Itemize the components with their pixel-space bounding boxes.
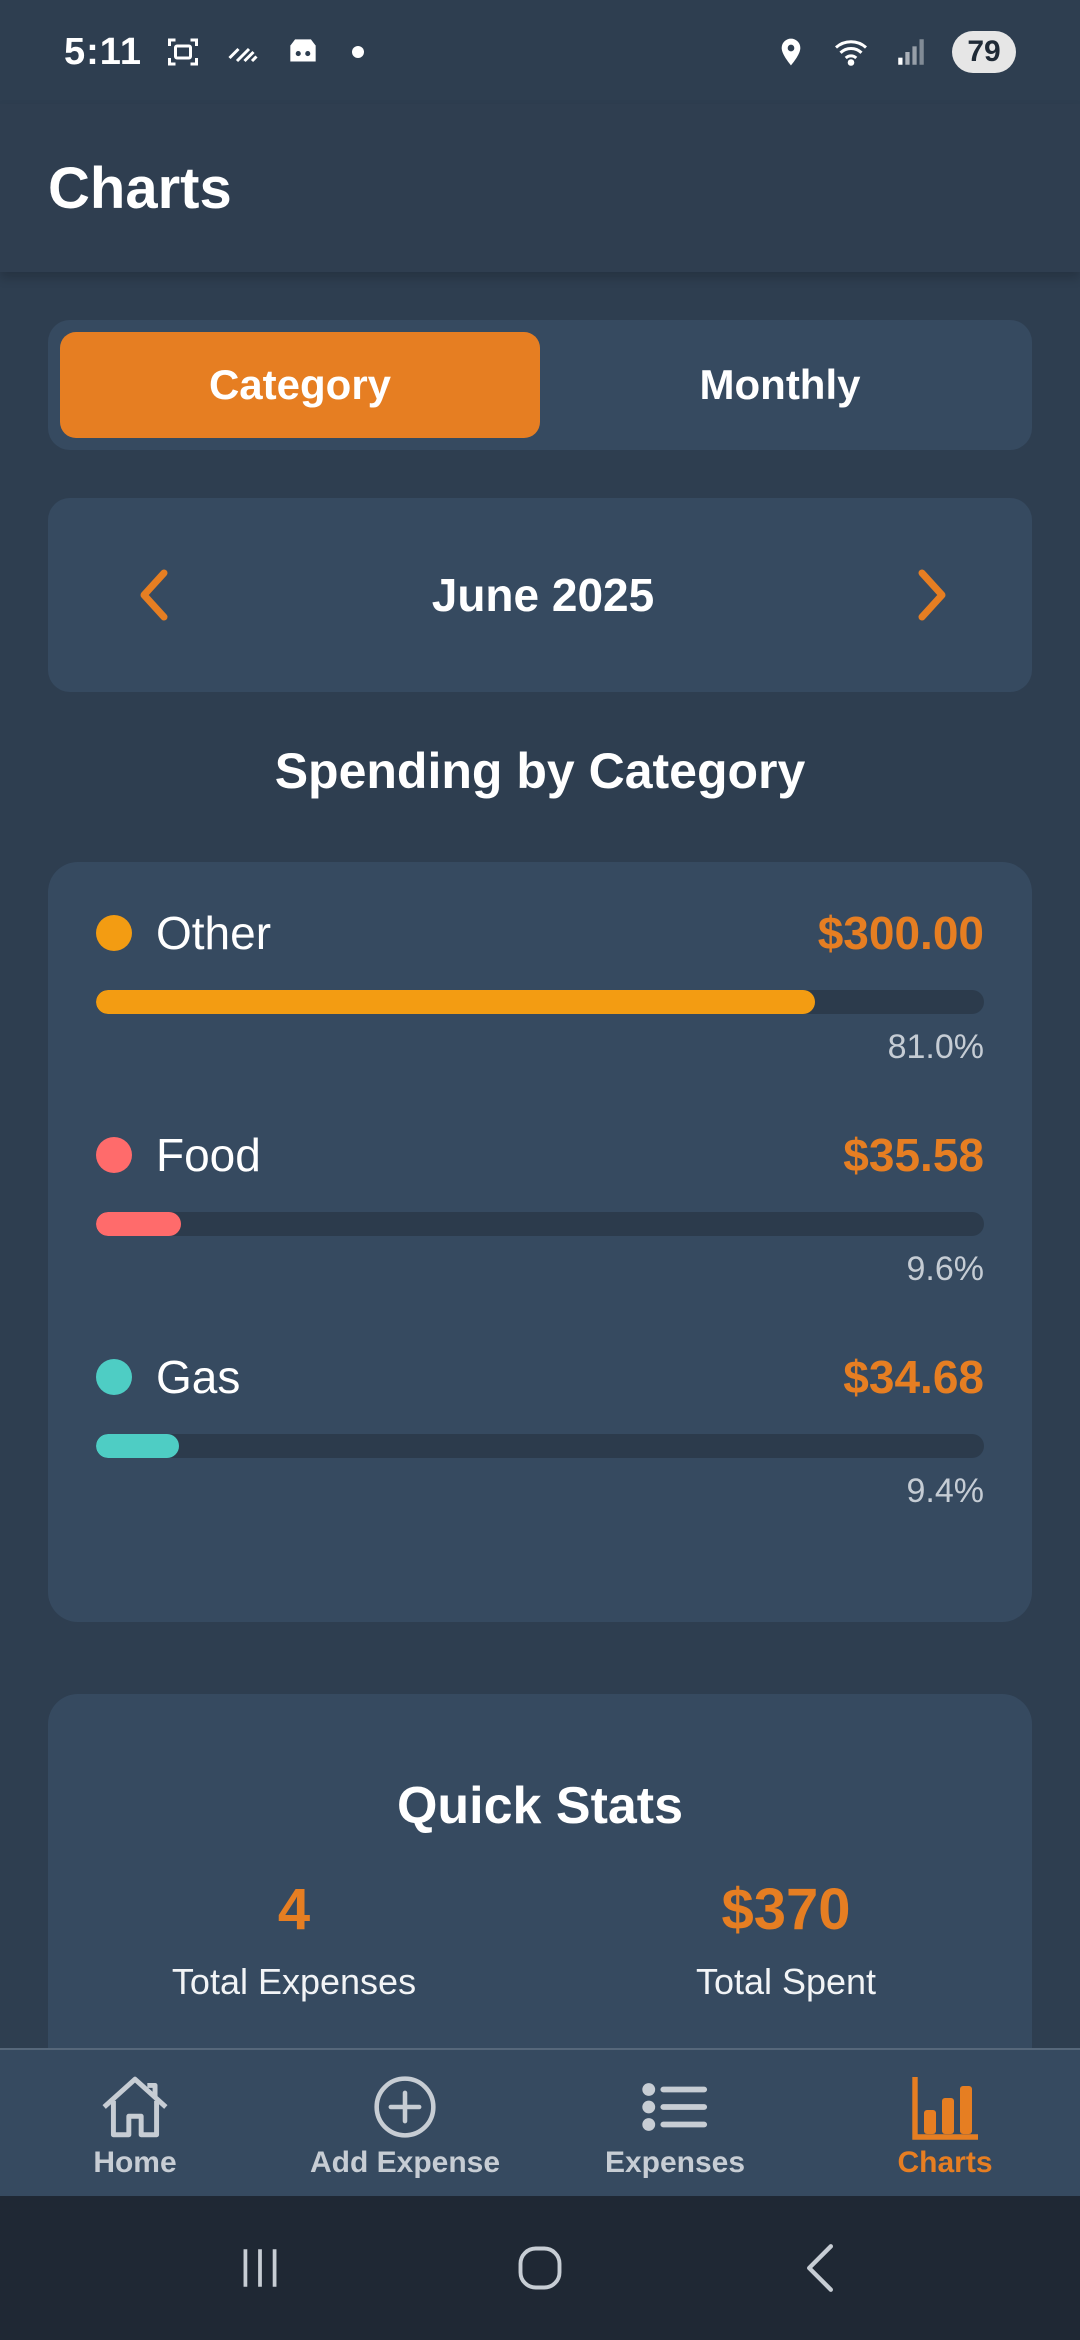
- category-bar: [96, 1212, 182, 1236]
- cell-signal-icon: [892, 33, 930, 71]
- bottom-nav: Home Add Expense Expenses Charts: [0, 2048, 1080, 2196]
- stat-total-expenses: 4 Total Expenses: [48, 1876, 540, 2003]
- nav-add-expense[interactable]: Add Expense: [270, 2050, 540, 2196]
- battery-indicator: 79: [952, 31, 1016, 73]
- category-row-other[interactable]: Other $300.00 81.0%: [96, 902, 984, 1124]
- category-name: Gas: [156, 1351, 241, 1403]
- app-header: Charts: [0, 104, 1080, 272]
- section-title: Spending by Category: [274, 743, 806, 799]
- screen: 5:11 79 Charts Category Monthly June 202…: [0, 0, 1080, 2340]
- category-header: Other $300.00: [96, 902, 984, 964]
- status-bar: 5:11 79: [0, 0, 1080, 104]
- category-name: Other: [156, 907, 272, 959]
- category-color-dot: [96, 915, 132, 951]
- category-amount: $35.58: [843, 1129, 984, 1181]
- stat-total-spent: $370 Total Spent: [540, 1876, 1032, 2003]
- wifi-icon: [832, 33, 870, 71]
- category-percent: 81.0%: [887, 1028, 984, 1066]
- month-selector: June 2025: [48, 498, 1032, 692]
- bar-chart-icon: [907, 2072, 983, 2142]
- nav-label: Expenses: [604, 2146, 746, 2179]
- tab-monthly[interactable]: Monthly: [540, 332, 1020, 438]
- chevron-right-icon[interactable]: [902, 555, 962, 635]
- tab-category[interactable]: Category: [60, 332, 540, 438]
- back-icon[interactable]: [770, 2228, 870, 2308]
- add-circle-icon: [367, 2072, 443, 2142]
- nav-charts[interactable]: Charts: [810, 2050, 1080, 2196]
- stat-value: 4: [277, 1877, 311, 1942]
- month-label: June 2025: [431, 569, 655, 621]
- category-color-dot: [96, 1137, 132, 1173]
- screenshot-icon: [164, 33, 202, 71]
- category-bar-track: [96, 1212, 984, 1236]
- nav-label: Add Expense: [309, 2146, 501, 2179]
- quick-stats-title: Quick Stats: [396, 1777, 684, 1835]
- category-header: Food $35.58: [96, 1124, 984, 1186]
- system-nav: [0, 2196, 1080, 2340]
- category-name-wrap: Other: [96, 906, 271, 960]
- page-title: Charts: [48, 155, 232, 221]
- recents-icon[interactable]: [210, 2228, 310, 2308]
- chevron-left-icon[interactable]: [124, 555, 184, 635]
- category-row-food[interactable]: Food $35.58 9.6%: [96, 1124, 984, 1346]
- notification-dot: [351, 46, 364, 58]
- category-row-gas[interactable]: Gas $34.68 9.4%: [96, 1346, 984, 1568]
- category-bar-track: [96, 990, 984, 1014]
- category-name: Food: [156, 1129, 261, 1181]
- category-color-dot: [96, 1359, 132, 1395]
- category-amount: $300.00: [817, 907, 984, 959]
- category-bar: [96, 990, 816, 1014]
- category-header: Gas $34.68: [96, 1346, 984, 1408]
- game-icon: [284, 33, 322, 71]
- category-percent: 9.6%: [906, 1250, 985, 1288]
- nav-home[interactable]: Home: [0, 2050, 270, 2196]
- category-amount: $34.68: [843, 1351, 984, 1403]
- stat-label: Total Spent: [695, 1961, 877, 2002]
- stat-label: Total Expenses: [171, 1961, 417, 2002]
- list-icon: [637, 2072, 713, 2142]
- home-icon: [97, 2072, 173, 2142]
- status-time: 5:11: [64, 30, 142, 73]
- nav-label: Charts: [897, 2146, 993, 2179]
- nav-label: Home: [93, 2146, 177, 2179]
- status-left: 5:11: [64, 31, 364, 74]
- stat-value: $370: [721, 1877, 851, 1942]
- view-toggle: Category Monthly: [48, 320, 1032, 450]
- quick-stats-row: 4 Total Expenses $370 Total Spent: [48, 1876, 1032, 2003]
- category-bar: [96, 1434, 180, 1458]
- status-right: 79: [772, 31, 1016, 73]
- category-bar-track: [96, 1434, 984, 1458]
- category-percent: 9.4%: [906, 1472, 985, 1510]
- nav-expenses[interactable]: Expenses: [540, 2050, 810, 2196]
- category-name-wrap: Food: [96, 1128, 261, 1182]
- category-name-wrap: Gas: [96, 1350, 240, 1404]
- home-circle-icon[interactable]: [490, 2228, 590, 2308]
- location-icon: [772, 33, 810, 71]
- category-chart: Other $300.00 81.0% Food $35.58 9.6% Gas…: [48, 862, 1032, 1622]
- signal-lines-icon: [224, 33, 262, 71]
